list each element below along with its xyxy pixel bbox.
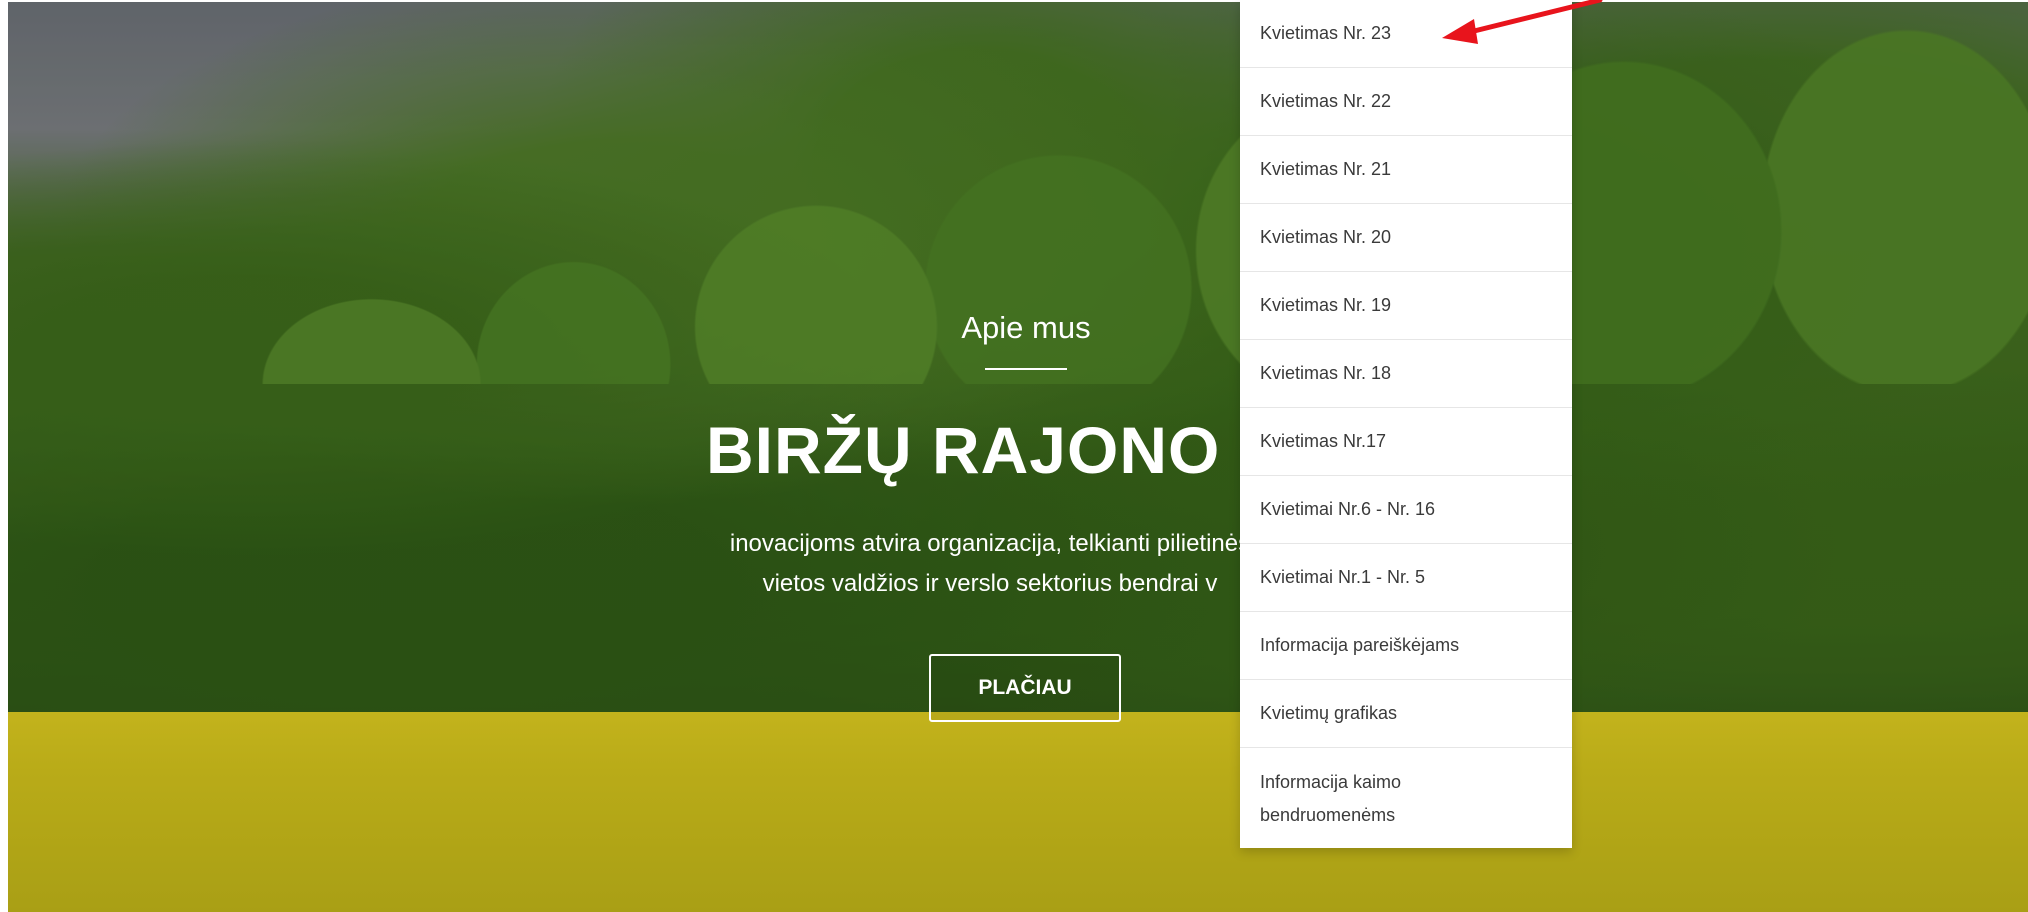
menu-item-informacija-kaimo-bendruomenems[interactable]: Informacija kaimo bendruomenėms bbox=[1240, 748, 1572, 849]
menu-item-kvietimu-grafikas[interactable]: Kvietimų grafikas bbox=[1240, 680, 1572, 748]
hero-content: Apie mus BIRŽŲ RAJONO V inovacijoms atvi… bbox=[0, 0, 2028, 912]
placiau-button[interactable]: PLAČIAU bbox=[929, 654, 1121, 722]
menu-item-kvietimas-17[interactable]: Kvietimas Nr.17 bbox=[1240, 408, 1572, 476]
menu-item-kvietimas-23[interactable]: Kvietimas Nr. 23 bbox=[1240, 0, 1572, 68]
eyebrow-divider bbox=[985, 368, 1067, 370]
menu-item-kvietimas-20[interactable]: Kvietimas Nr. 20 bbox=[1240, 204, 1572, 272]
menu-item-kvietimas-18[interactable]: Kvietimas Nr. 18 bbox=[1240, 340, 1572, 408]
menu-item-kvietimas-19[interactable]: Kvietimas Nr. 19 bbox=[1240, 272, 1572, 340]
menu-item-kvietimai-6-16[interactable]: Kvietimai Nr.6 - Nr. 16 bbox=[1240, 476, 1572, 544]
dropdown-menu: Kvietimas Nr. 23 Kvietimas Nr. 22 Kvieti… bbox=[1240, 0, 1572, 848]
section-eyebrow: Apie mus bbox=[961, 310, 1091, 345]
menu-item-kvietimai-1-5[interactable]: Kvietimai Nr.1 - Nr. 5 bbox=[1240, 544, 1572, 612]
menu-item-kvietimas-22[interactable]: Kvietimas Nr. 22 bbox=[1240, 68, 1572, 136]
menu-item-informacija-pareiskejams[interactable]: Informacija pareiškėjams bbox=[1240, 612, 1572, 680]
menu-item-kvietimas-21[interactable]: Kvietimas Nr. 21 bbox=[1240, 136, 1572, 204]
menu-item-label: Informacija kaimo bendruomenėms bbox=[1260, 771, 1402, 825]
